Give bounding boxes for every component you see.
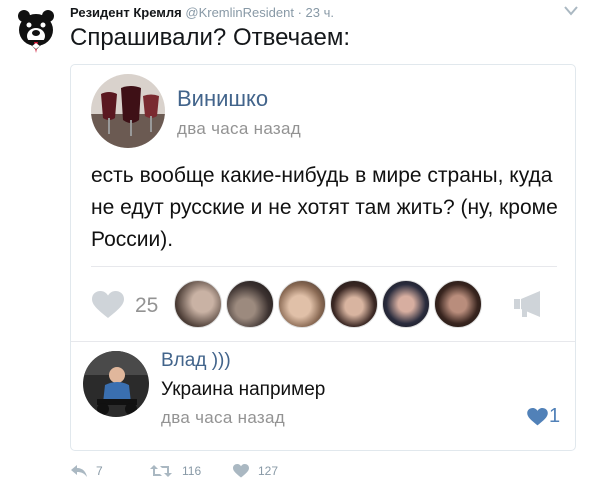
post-like-count: 25 bbox=[135, 294, 159, 317]
reply-icon bbox=[71, 465, 87, 477]
like-button[interactable]: 127 bbox=[233, 462, 293, 482]
tweet-header: Резидент Кремля @KremlinResident · 23 ч. bbox=[70, 5, 334, 20]
bear-icon bbox=[12, 6, 60, 54]
comment-like-count: 1 bbox=[549, 405, 561, 427]
reply-count: 7 bbox=[96, 464, 103, 478]
reply-button[interactable]: 7 bbox=[70, 462, 120, 482]
liker-avatar[interactable] bbox=[226, 280, 274, 328]
chevron-down-icon[interactable] bbox=[564, 5, 578, 17]
heart-icon[interactable] bbox=[92, 291, 124, 319]
retweet-count: 116 bbox=[182, 464, 202, 478]
post-author-avatar bbox=[91, 74, 165, 148]
comment-text: Украина например bbox=[161, 379, 326, 400]
tweet-text: Спрашивали? Отвечаем: bbox=[70, 24, 350, 51]
divider bbox=[71, 341, 575, 342]
author-name[interactable]: Резидент Кремля bbox=[70, 5, 182, 20]
megaphone-icon[interactable] bbox=[514, 291, 544, 317]
author-handle[interactable]: @KremlinResident bbox=[185, 5, 294, 20]
author-avatar[interactable] bbox=[12, 6, 60, 54]
tweet-timestamp[interactable]: 23 ч. bbox=[306, 5, 334, 20]
liker-avatar[interactable] bbox=[382, 280, 430, 328]
comment-author-name[interactable]: Влад ))) bbox=[161, 350, 231, 372]
liker-avatar[interactable] bbox=[174, 280, 222, 328]
liker-avatar[interactable] bbox=[330, 280, 378, 328]
divider bbox=[91, 266, 557, 267]
comment-timestamp: два часа назад bbox=[161, 408, 285, 427]
liker-avatar[interactable] bbox=[278, 280, 326, 328]
embedded-screenshot[interactable]: Винишко два часа назад есть вообще какие… bbox=[70, 64, 576, 451]
post-text: есть вообще какие-нибудь в мире страны, … bbox=[91, 164, 558, 251]
post-timestamp: два часа назад bbox=[177, 119, 301, 138]
retweet-button[interactable]: 116 bbox=[150, 462, 210, 482]
comment-author-avatar bbox=[83, 351, 149, 417]
heart-icon[interactable] bbox=[527, 408, 548, 426]
retweet-icon bbox=[150, 465, 172, 477]
post-author-name[interactable]: Винишко bbox=[177, 86, 268, 112]
header-separator: · bbox=[297, 5, 302, 20]
liker-avatar[interactable] bbox=[434, 280, 482, 328]
heart-icon bbox=[233, 464, 249, 478]
like-count: 127 bbox=[258, 464, 279, 478]
